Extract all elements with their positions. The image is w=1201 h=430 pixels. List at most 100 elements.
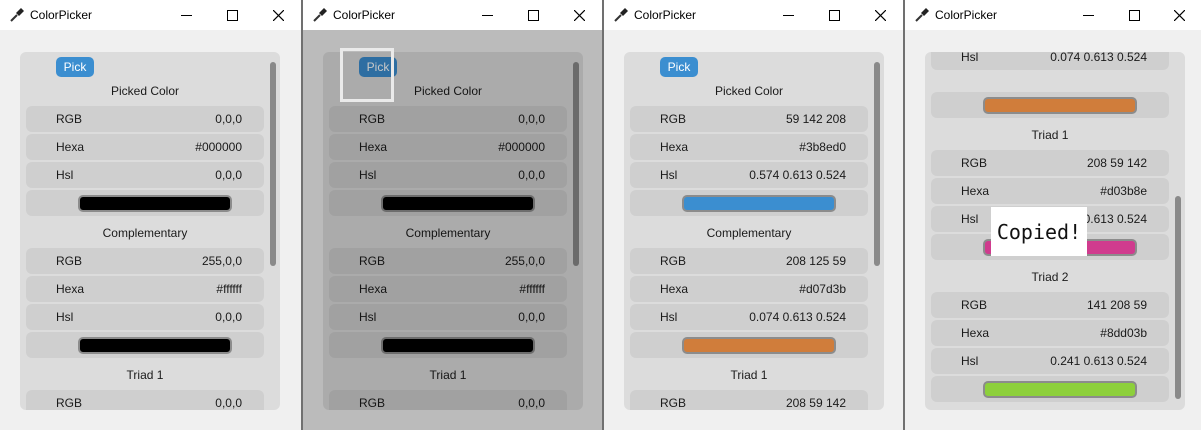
close-icon	[272, 9, 284, 21]
minimize-button[interactable]	[163, 0, 209, 30]
triad1-rgb-row[interactable]: RGB 208 59 142	[931, 150, 1169, 176]
picked-hsl-row[interactable]: Hsl 0,0,0	[26, 162, 264, 188]
title-bar[interactable]: ColorPicker	[604, 0, 903, 30]
triad1-title: Triad 1	[1031, 128, 1069, 142]
complementary-rgb-value: 255,0,0	[201, 254, 242, 268]
rgb-label: RGB	[961, 298, 988, 312]
title-bar[interactable]: ColorPicker	[905, 0, 1201, 30]
picked-rgb-row[interactable]: RGB 0,0,0	[26, 106, 264, 132]
picked-hsl-value: 0.574 0.613 0.524	[749, 168, 846, 182]
minimize-button[interactable]	[464, 0, 510, 30]
colorpicker-window-3: ColorPicker Pick Picked Color RGB 59 142 …	[604, 0, 903, 430]
triad1-hexa-row[interactable]: Hexa #d03b8e	[931, 178, 1169, 204]
picked-rgb-row[interactable]: RGB 59 142 208	[630, 106, 868, 132]
complementary-hsl-value: 0.074 0.613 0.524	[749, 310, 846, 324]
complementary-hsl-row[interactable]: Hsl 0.074 0.613 0.524	[931, 52, 1169, 70]
pick-button[interactable]: Pick	[56, 57, 94, 77]
rgb-label: RGB	[56, 396, 83, 410]
scrollable-panel[interactable]: Pick Picked Color RGB 59 142 208 Hexa #3b8…	[624, 52, 884, 410]
complementary-hexa-row[interactable]: Hexa #d07d3b	[630, 276, 868, 302]
complementary-rgb-row[interactable]: RGB 208 125 59	[630, 248, 868, 274]
maximize-icon	[226, 9, 238, 21]
maximize-button[interactable]	[209, 0, 255, 30]
hsl-label: Hsl	[56, 310, 74, 324]
picked-rgb-value: 0,0,0	[215, 112, 242, 126]
hexa-label: Hexa	[961, 184, 990, 198]
copied-toast: Copied!	[991, 207, 1087, 256]
maximize-icon	[828, 9, 840, 21]
picked-hexa-row[interactable]: Hexa #3b8ed0	[630, 134, 868, 160]
complementary-hexa-row[interactable]: Hexa #ffffff	[26, 276, 264, 302]
triad1-title: Triad 1	[730, 368, 768, 382]
title-bar[interactable]: ColorPicker	[303, 0, 602, 30]
complementary-swatch-row	[931, 92, 1169, 118]
complementary-swatch-row	[630, 332, 868, 358]
hsl-label: Hsl	[56, 168, 74, 182]
picked-color-swatch[interactable]	[682, 195, 836, 212]
close-icon	[1173, 9, 1185, 21]
title-bar[interactable]: ColorPicker	[0, 0, 301, 30]
triad1-title: Triad 1	[126, 368, 164, 382]
complementary-rgb-row[interactable]: RGB 255,0,0	[26, 248, 264, 274]
rgb-label: RGB	[961, 156, 988, 170]
hsl-label: Hsl	[961, 212, 979, 226]
picked-color-title: Picked Color	[714, 84, 784, 98]
maximize-button[interactable]	[510, 0, 556, 30]
hsl-label: Hsl	[660, 168, 678, 182]
maximize-button[interactable]	[1111, 0, 1157, 30]
picked-hsl-row[interactable]: Hsl 0.574 0.613 0.524	[630, 162, 868, 188]
complementary-hexa-value: #d07d3b	[799, 282, 846, 296]
scrollbar-thumb[interactable]	[874, 62, 880, 266]
triad2-hexa-row[interactable]: Hexa #8dd03b	[931, 320, 1169, 346]
complementary-hsl-row[interactable]: Hsl 0,0,0	[26, 304, 264, 330]
window-title: ColorPicker	[30, 8, 93, 22]
triad1-rgb-row[interactable]: RGB 0,0,0	[26, 390, 264, 410]
window-title: ColorPicker	[333, 8, 396, 22]
pick-button[interactable]: Pick	[660, 57, 698, 77]
maximize-button[interactable]	[811, 0, 857, 30]
rgb-label: RGB	[660, 254, 687, 268]
close-button[interactable]	[1156, 0, 1201, 30]
window-content: Hsl 0.074 0.613 0.524 Triad 1 RGB 208 59 1…	[905, 30, 1201, 430]
window-title: ColorPicker	[935, 8, 998, 22]
triad2-swatch-row	[931, 376, 1169, 402]
picker-dim-overlay[interactable]	[303, 30, 602, 430]
complementary-title: Complementary	[706, 226, 792, 240]
triad1-rgb-value: 208 59 142	[1086, 156, 1147, 170]
scrollbar-thumb[interactable]	[270, 62, 276, 266]
triad2-color-swatch[interactable]	[983, 381, 1137, 398]
triad2-hsl-row[interactable]: Hsl 0.241 0.613 0.524	[931, 348, 1169, 374]
close-button[interactable]	[857, 0, 903, 30]
complementary-hexa-value: #ffffff	[216, 282, 242, 296]
complementary-hsl-row[interactable]: Hsl 0.074 0.613 0.524	[630, 304, 868, 330]
hexa-label: Hexa	[56, 140, 85, 154]
picked-hexa-row[interactable]: Hexa #000000	[26, 134, 264, 160]
complementary-hsl-value: 0.074 0.613 0.524	[1050, 52, 1147, 64]
window-content: Pick Picked Color RGB 59 142 208 Hexa #3b8…	[604, 30, 903, 430]
minimize-button[interactable]	[765, 0, 811, 30]
colorpicker-window-4: ColorPicker Hsl 0.074 0.613 0.524 Triad 1…	[905, 0, 1201, 430]
triad1-rgb-value: 208 59 142	[785, 396, 846, 410]
complementary-color-swatch[interactable]	[682, 337, 836, 354]
complementary-color-swatch[interactable]	[78, 337, 232, 354]
triad2-rgb-row[interactable]: RGB 141 208 59	[931, 292, 1169, 318]
picked-hexa-value: #000000	[195, 140, 242, 154]
scrollbar-thumb[interactable]	[1175, 196, 1181, 399]
picker-selection-box[interactable]	[340, 48, 394, 102]
close-button[interactable]	[556, 0, 602, 30]
eyedropper-icon	[915, 8, 929, 22]
scrollable-panel[interactable]: Pick Picked Color RGB 0,0,0 Hexa #000000 H…	[20, 52, 280, 410]
complementary-color-swatch[interactable]	[983, 97, 1137, 114]
close-button[interactable]	[255, 0, 301, 30]
picked-color-swatch[interactable]	[78, 195, 232, 212]
rgb-label: RGB	[56, 112, 83, 126]
picked-swatch-row	[26, 190, 264, 216]
hsl-label: Hsl	[961, 354, 979, 368]
complementary-rgb-value: 208 125 59	[785, 254, 846, 268]
triad1-rgb-row[interactable]: RGB 208 59 142	[630, 390, 868, 410]
eyedropper-icon	[614, 8, 628, 22]
minimize-button[interactable]	[1065, 0, 1111, 30]
hexa-label: Hexa	[961, 326, 990, 340]
hsl-label: Hsl	[961, 52, 979, 64]
minimize-icon	[782, 14, 794, 16]
